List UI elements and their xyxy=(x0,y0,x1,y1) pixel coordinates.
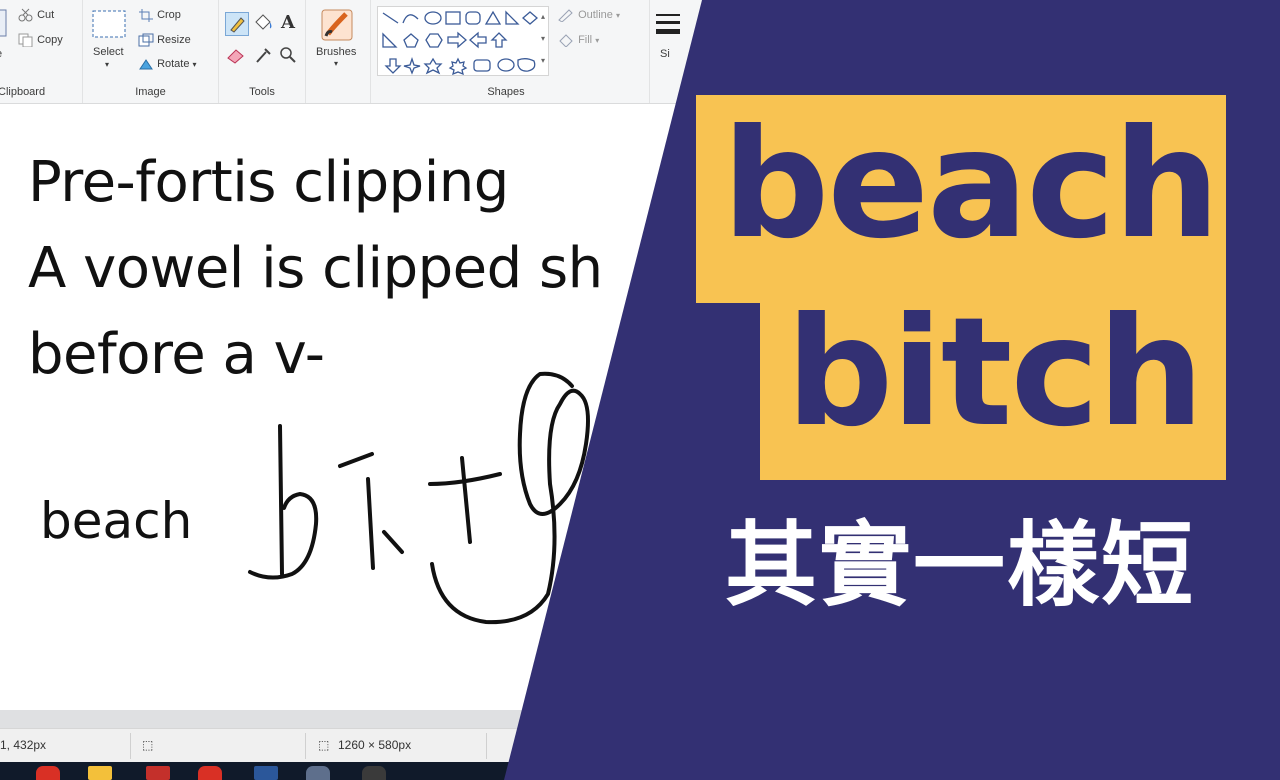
banner-word-bitch: bitch xyxy=(786,286,1204,460)
banner-word-beach: beach xyxy=(722,98,1220,272)
thumbnail-banner: beach bitch 其實一樣短 xyxy=(0,0,1280,780)
banner-caption: 其實一樣短 xyxy=(724,512,1195,619)
